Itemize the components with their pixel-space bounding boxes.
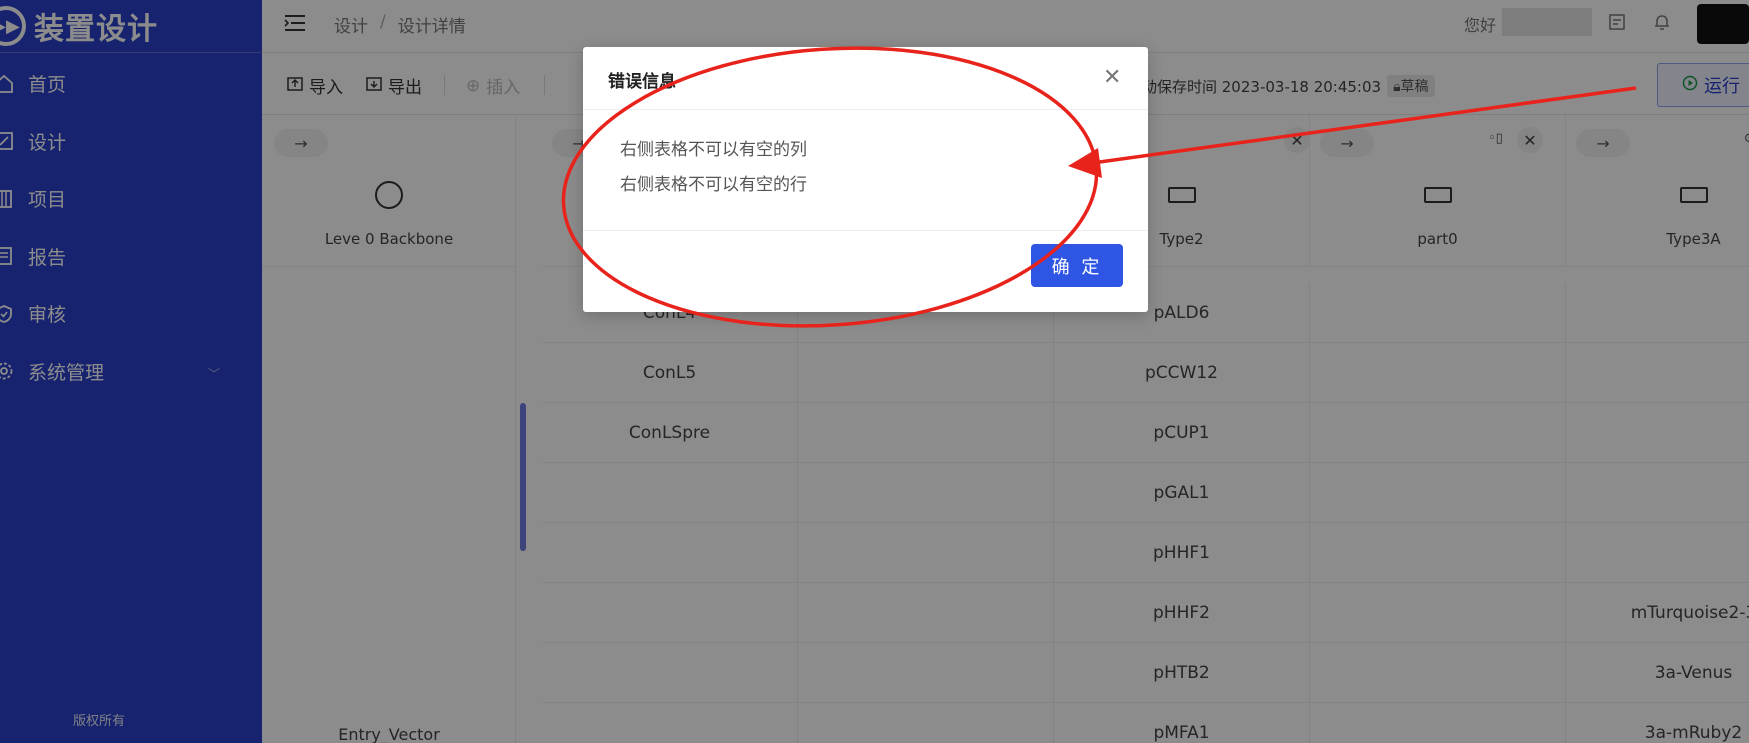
dialog-title: 错误信息 bbox=[608, 72, 676, 92]
error-message: 右侧表格不可以有空的行 bbox=[620, 175, 807, 195]
dialog-divider bbox=[583, 109, 1148, 110]
dialog-divider bbox=[583, 230, 1148, 231]
error-dialog: 错误信息 ✕ 右侧表格不可以有空的列 右侧表格不可以有空的行 确 定 bbox=[583, 47, 1148, 312]
confirm-button[interactable]: 确 定 bbox=[1031, 244, 1123, 287]
error-message: 右侧表格不可以有空的列 bbox=[620, 140, 807, 160]
close-icon[interactable]: ✕ bbox=[1103, 65, 1121, 90]
